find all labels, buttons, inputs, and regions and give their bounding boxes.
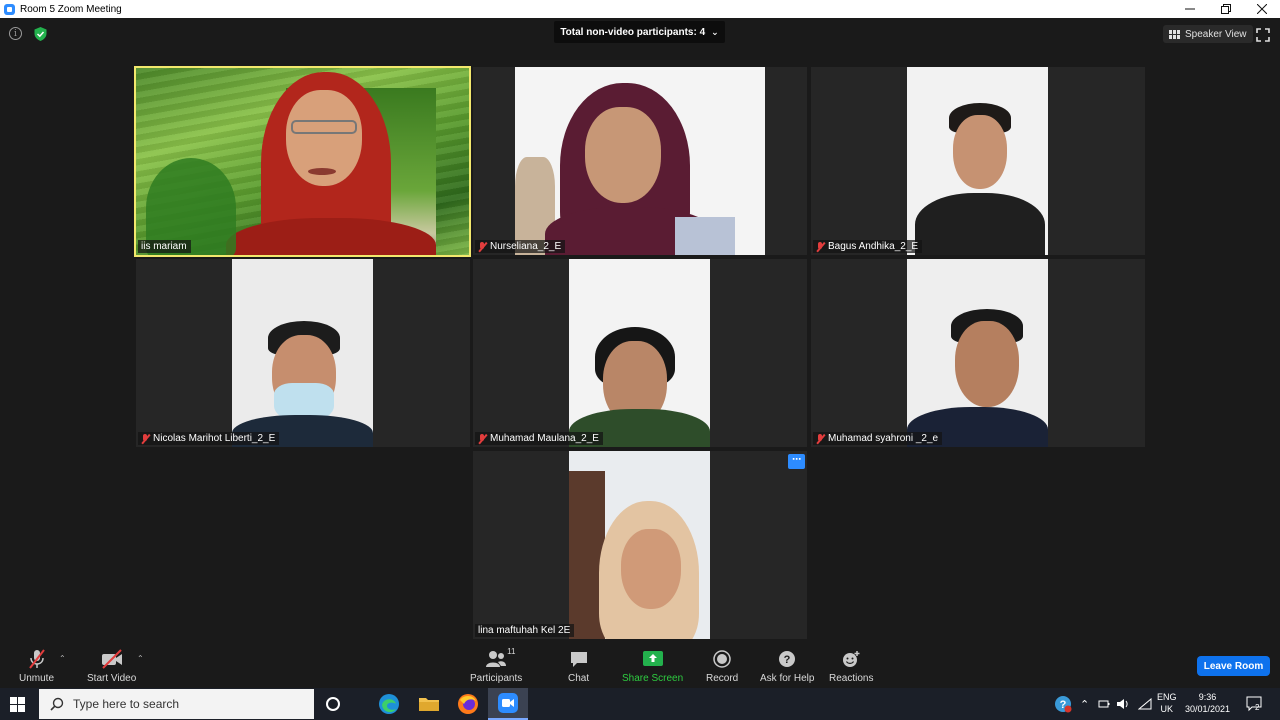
firefox-icon — [458, 694, 478, 714]
taskbar-firefox[interactable] — [448, 688, 488, 720]
speaker-view-button[interactable]: Speaker View — [1163, 25, 1253, 43]
windows-taskbar: Type here to search ? ⌃ ENG UK 9:36 30/0… — [0, 688, 1280, 720]
video-tile[interactable]: Nurseliana_2_E — [473, 67, 807, 255]
speaker-view-label: Speaker View — [1185, 28, 1247, 40]
taskbar-search-box[interactable]: Type here to search — [39, 689, 314, 719]
participant-name-tag: Bagus Andhika_2_E — [813, 240, 923, 253]
battery-icon — [1098, 700, 1110, 708]
video-tile[interactable]: Bagus Andhika_2_E — [811, 67, 1145, 255]
video-tile[interactable]: Muhamad syahroni _2_e — [811, 259, 1145, 447]
participants-icon — [486, 651, 507, 667]
minimize-icon — [1185, 8, 1195, 10]
view-grid-icon — [1169, 29, 1180, 39]
participant-video — [136, 68, 469, 255]
participant-video — [569, 451, 710, 639]
start-video-button[interactable]: Start Video — [87, 649, 136, 684]
participant-video — [569, 259, 710, 447]
reactions-button[interactable]: Reactions — [829, 649, 873, 684]
reactions-icon — [843, 651, 860, 667]
video-tile[interactable]: Nicolas Marihot Liberti_2_E — [136, 259, 470, 447]
search-icon — [50, 697, 64, 711]
mic-muted-icon — [816, 241, 825, 252]
more-options-button[interactable]: ⋯ — [788, 454, 805, 469]
record-button[interactable]: Record — [706, 649, 738, 684]
zoom-app-icon — [4, 3, 15, 15]
meeting-area: i Total non-video participants: 4 ⌄ Spea… — [0, 18, 1280, 645]
taskbar-edge-app[interactable] — [369, 688, 409, 720]
participant-name-tag: Muhamad Maulana_2_E — [475, 432, 603, 445]
leave-room-button[interactable]: Leave Room — [1197, 656, 1270, 676]
meeting-toolbar: Unmute ⌃ Start Video ⌃ 11 Participants C… — [0, 645, 1280, 688]
unmute-button[interactable]: Unmute — [19, 649, 54, 684]
participant-name-tag: Nicolas Marihot Liberti_2_E — [138, 432, 280, 445]
close-button[interactable] — [1244, 0, 1280, 18]
restore-button[interactable] — [1208, 0, 1244, 18]
participant-name-tag: iis mariam — [138, 240, 191, 253]
video-options-caret[interactable]: ⌃ — [137, 654, 144, 663]
chat-button[interactable]: Chat — [568, 649, 589, 684]
windows-start-icon[interactable] — [10, 697, 26, 713]
folder-icon — [419, 698, 439, 711]
participants-count: 11 — [507, 647, 516, 656]
participant-name-tag: Muhamad syahroni _2_e — [813, 432, 943, 445]
video-tile[interactable]: iis mariam — [134, 66, 471, 257]
taskbar-zoom-app[interactable] — [488, 688, 528, 720]
title-bar: Room 5 Zoom Meeting — [0, 0, 1280, 18]
window-title: Room 5 Zoom Meeting — [20, 3, 122, 15]
share-screen-button[interactable]: Share Screen — [622, 649, 683, 684]
mic-muted-icon — [28, 649, 45, 669]
notification-count: 2 — [1255, 703, 1260, 712]
participant-video — [907, 67, 1048, 255]
security-shield-icon[interactable] — [34, 27, 47, 41]
participant-video — [907, 259, 1048, 447]
mic-muted-icon — [478, 433, 487, 444]
update-badge-icon[interactable]: ? — [1054, 695, 1072, 713]
info-icon[interactable]: i — [9, 27, 22, 40]
chat-icon — [570, 652, 587, 667]
chevron-down-icon: ⌄ — [711, 26, 719, 37]
fullscreen-icon[interactable] — [1256, 28, 1270, 42]
non-video-participants-dropdown[interactable]: Total non-video participants: 4 ⌄ — [554, 21, 725, 43]
participant-video — [232, 259, 373, 447]
video-tile[interactable]: Muhamad Maulana_2_E — [473, 259, 807, 447]
notification-center-icon[interactable]: 2 — [1246, 696, 1262, 712]
share-screen-icon — [642, 651, 663, 666]
participant-name-tag: lina maftuhah Kel 2E — [475, 624, 575, 637]
record-icon — [713, 650, 731, 668]
volume-icon[interactable] — [1116, 698, 1130, 710]
wifi-icon[interactable] — [1138, 698, 1152, 710]
restore-icon — [1221, 4, 1231, 14]
search-placeholder: Type here to search — [73, 697, 180, 711]
input-language[interactable]: ENG UK — [1157, 691, 1177, 715]
video-off-icon — [101, 649, 122, 669]
edge-icon — [379, 694, 399, 714]
close-icon — [1257, 4, 1267, 14]
show-hidden-icons-caret[interactable]: ⌃ — [1080, 688, 1089, 720]
cortana-icon[interactable] — [326, 697, 340, 711]
mic-muted-icon — [478, 241, 487, 252]
video-tile[interactable]: ⋯ lina maftuhah Kel 2E — [473, 451, 807, 639]
participants-button[interactable]: 11 Participants — [470, 647, 522, 684]
banner-label: Total non-video participants: 4 — [560, 26, 706, 38]
taskbar-file-explorer[interactable] — [409, 688, 449, 720]
mic-muted-icon — [816, 433, 825, 444]
system-clock[interactable]: 9:36 30/01/2021 — [1185, 691, 1230, 715]
audio-options-caret[interactable]: ⌃ — [59, 654, 66, 663]
mic-muted-icon — [141, 433, 150, 444]
zoom-icon — [498, 693, 518, 713]
participant-name-tag: Nurseliana_2_E — [475, 240, 566, 253]
minimize-button[interactable] — [1172, 0, 1208, 18]
ask-for-help-button[interactable]: ? Ask for Help — [760, 649, 814, 684]
svg-text:?: ? — [784, 654, 791, 666]
participant-video — [515, 67, 765, 255]
help-icon: ? — [779, 651, 796, 667]
